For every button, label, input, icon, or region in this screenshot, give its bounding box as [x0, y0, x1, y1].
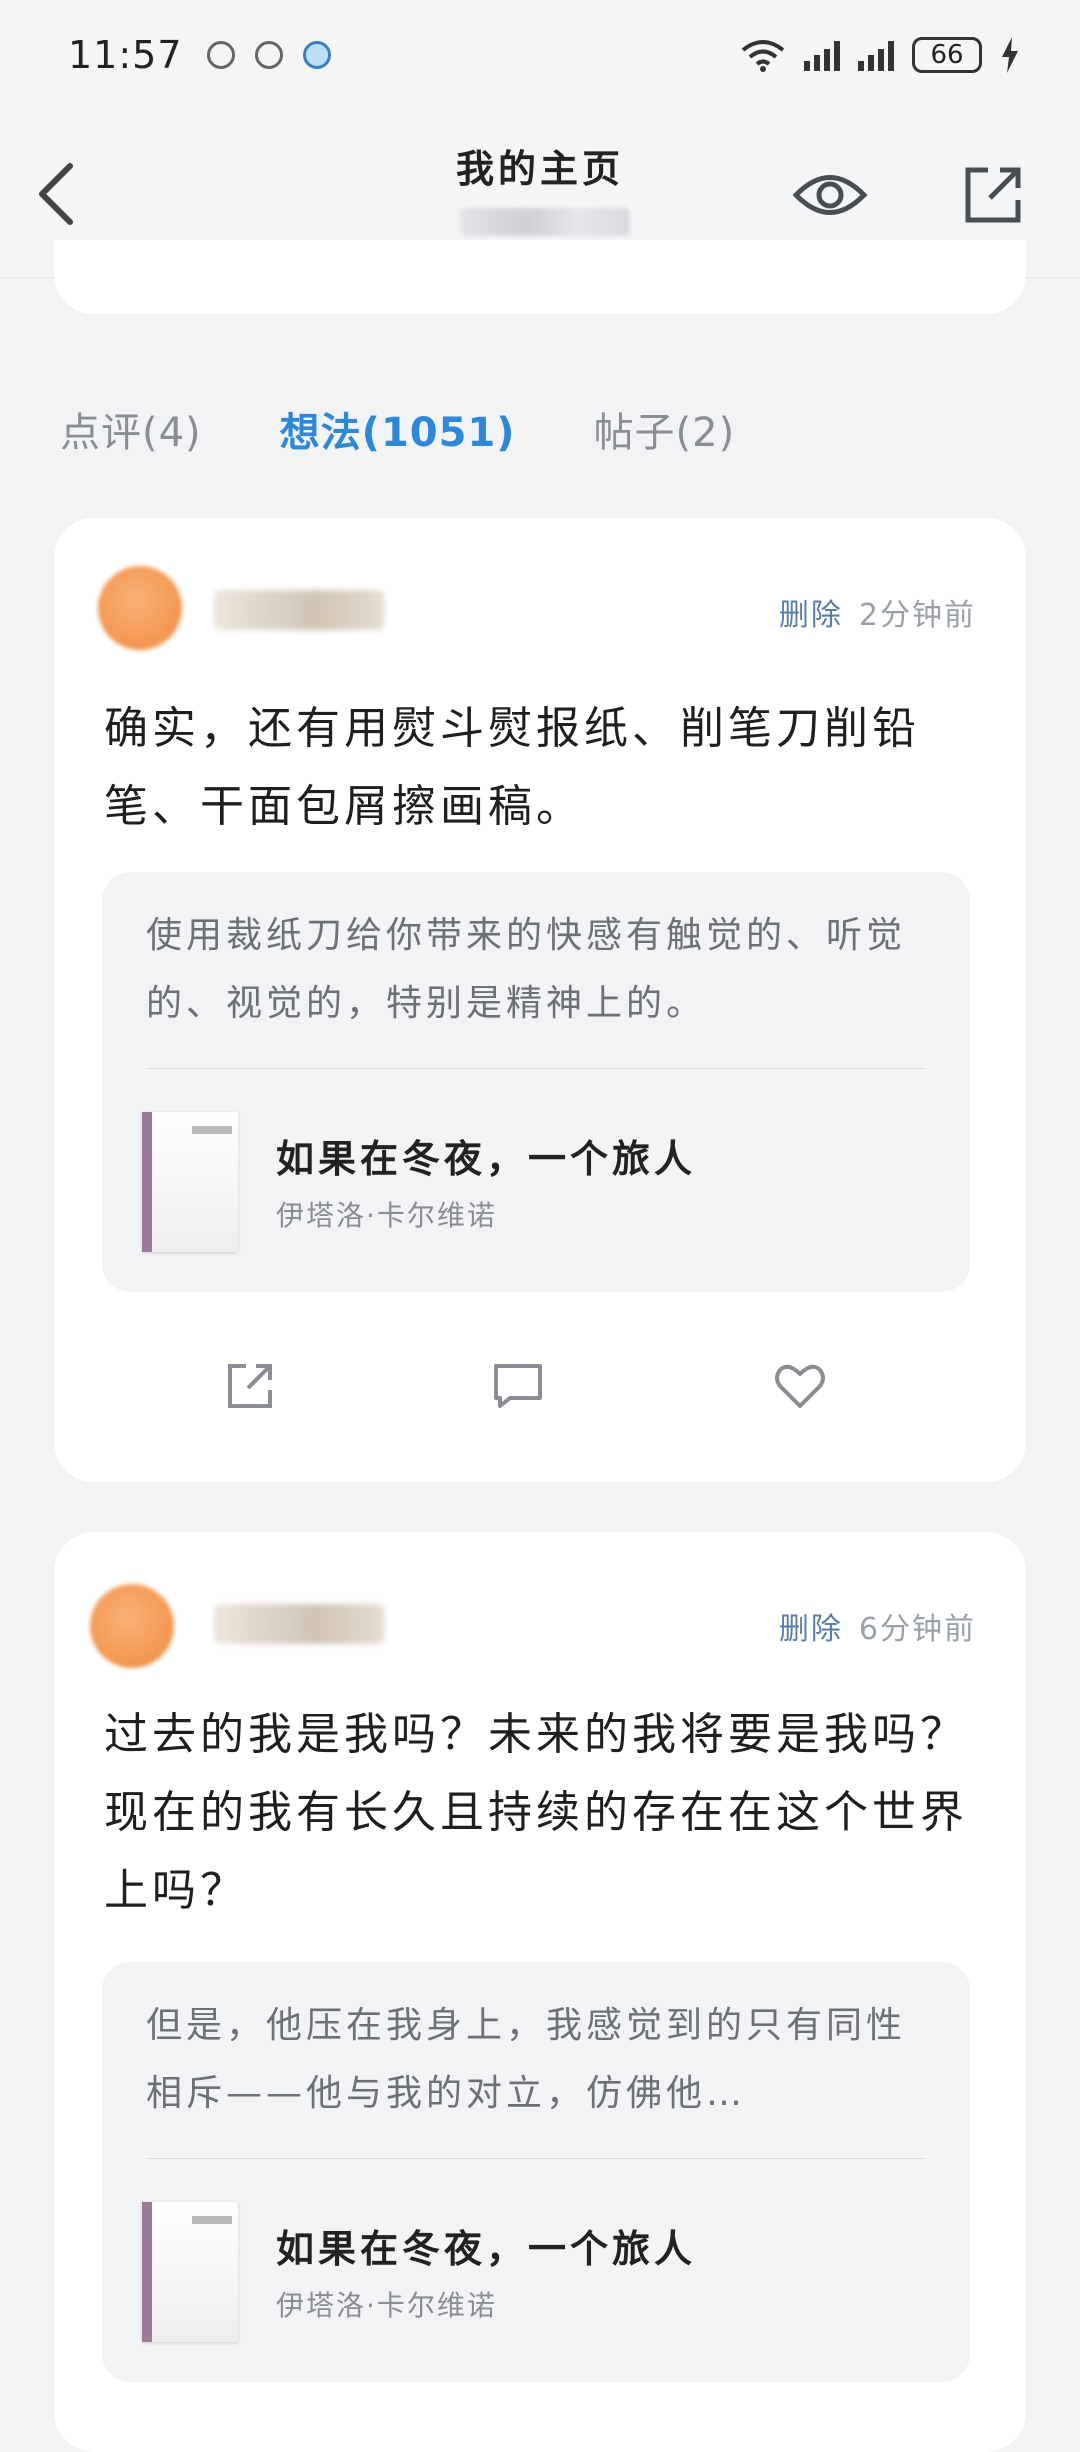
share-icon	[965, 167, 1021, 223]
divider	[146, 2158, 926, 2159]
book-title[interactable]: 如果在冬夜，一个旅人	[276, 2218, 696, 2273]
avatar[interactable]	[90, 1584, 174, 1668]
wifi-icon	[741, 40, 785, 72]
page-title: 我的主页	[455, 147, 624, 191]
comment-button[interactable]	[490, 1358, 546, 1414]
divider	[146, 1068, 926, 1069]
book-author: 伊塔洛·卡尔维诺	[276, 1199, 497, 1232]
tab-reviews[interactable]: 点评(4)	[60, 400, 202, 458]
comment-icon	[494, 1364, 542, 1408]
quote-block[interactable]: 使用裁纸刀给你带来的快感有触觉的、听觉的、视觉的，特别是精神上的。 如果在冬夜，…	[102, 872, 970, 1292]
content-tabs: 点评(4) 想法(1051) 帖子(2)	[60, 400, 813, 458]
avatar[interactable]	[98, 566, 182, 650]
signal-icon	[804, 39, 840, 71]
notification-icon	[254, 41, 283, 69]
blurred-username	[214, 1604, 384, 1644]
blurred-username	[214, 590, 384, 630]
notification-icon	[206, 41, 235, 69]
thought-text: 过去的我是我吗？未来的我将要是我吗？现在的我有长久且持续的存在在这个世界上吗？	[104, 1709, 968, 1916]
quote-text: 但是，他压在我身上，我感觉到的只有同性相斥——他与我的对立，仿佛他…	[146, 2005, 907, 2114]
tab-thoughts[interactable]: 想法(1051)	[280, 400, 516, 458]
battery-indicator: 66	[912, 37, 982, 73]
like-button[interactable]	[772, 1358, 828, 1414]
post-meta: 删除 6分钟前	[779, 1604, 976, 1648]
thought-card[interactable]: 删除 6分钟前 过去的我是我吗？未来的我将要是我吗？现在的我有长久且持续的存在在这…	[54, 1532, 1026, 2452]
post-meta: 删除 2分钟前	[779, 590, 976, 634]
quote-text: 使用裁纸刀给你带来的快感有触觉的、听觉的、视觉的，特别是精神上的。	[146, 915, 907, 1024]
profile-card	[54, 240, 1026, 314]
book-cover-image[interactable]	[142, 2202, 238, 2342]
charging-icon	[1002, 37, 1018, 73]
timestamp: 2分钟前	[858, 598, 976, 633]
share-button[interactable]	[958, 160, 1028, 230]
tab-posts[interactable]: 帖子(2)	[594, 400, 736, 458]
heart-icon	[775, 1364, 825, 1408]
action-bar	[54, 1358, 1026, 1438]
status-time: 11:57	[68, 33, 183, 77]
share-icon	[228, 1364, 272, 1408]
quote-block[interactable]: 但是，他压在我身上，我感觉到的只有同性相斥——他与我的对立，仿佛他… 如果在冬夜…	[102, 1962, 970, 2382]
delete-button[interactable]: 删除	[779, 598, 843, 633]
book-title[interactable]: 如果在冬夜，一个旅人	[276, 1128, 696, 1183]
book-author: 伊塔洛·卡尔维诺	[276, 2289, 497, 2322]
blurred-username	[460, 208, 630, 236]
status-bar: 11:57 66	[0, 0, 1080, 110]
signal-icon	[858, 39, 894, 71]
book-cover-image[interactable]	[142, 1112, 238, 1252]
thought-text: 确实，还有用熨斗熨报纸、削笔刀削铅笔、干面包屑擦画稿。	[104, 703, 920, 832]
visibility-button[interactable]	[790, 160, 870, 230]
share-post-button[interactable]	[222, 1358, 278, 1414]
eye-icon	[792, 175, 868, 215]
delete-button[interactable]: 删除	[779, 1612, 843, 1647]
thought-card[interactable]: 删除 2分钟前 确实，还有用熨斗熨报纸、削笔刀削铅笔、干面包屑擦画稿。 使用裁纸刀…	[54, 518, 1026, 1482]
app-notification-icon	[302, 41, 331, 69]
timestamp: 6分钟前	[858, 1612, 976, 1647]
